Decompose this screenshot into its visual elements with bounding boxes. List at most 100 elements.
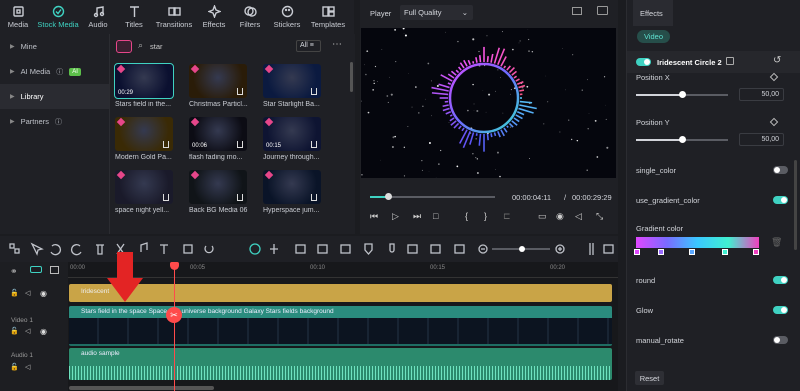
sidebar-item-partners[interactable]: ▶ Partners ⓘ	[0, 109, 109, 134]
link-icon[interactable]: ⚭	[10, 266, 18, 277]
ai-tool-icon[interactable]	[249, 243, 261, 255]
eye-icon[interactable]: ◉	[40, 289, 47, 298]
media-item[interactable]: Modern Gold Pa...	[115, 117, 175, 169]
stop-icon[interactable]: □	[433, 211, 438, 221]
playback-progress[interactable]	[370, 193, 495, 200]
lock-icon[interactable]: 🔓	[10, 327, 19, 335]
mute-icon[interactable]: ◁	[25, 327, 30, 335]
layout-settings-icon[interactable]	[603, 244, 614, 254]
mark-in-icon[interactable]: {	[465, 211, 468, 221]
media-item[interactable]: Back BG Media 06	[189, 170, 249, 222]
grid-view-icon[interactable]	[572, 7, 582, 15]
zoom-slider-knob[interactable]	[519, 246, 525, 252]
download-icon[interactable]	[237, 141, 243, 148]
next-frame-icon[interactable]: ⏭	[413, 211, 421, 222]
media-item[interactable]: space night yell...	[115, 170, 175, 222]
scrollbar[interactable]	[350, 62, 353, 92]
position-x-input[interactable]: 50,00	[739, 88, 784, 101]
grip-icon[interactable]	[589, 243, 594, 255]
previous-frame-icon[interactable]: ⏮	[370, 211, 378, 222]
sidebar-item-ai-media[interactable]: ▶ AI Media ⓘ AI	[0, 59, 109, 84]
download-icon[interactable]	[163, 141, 169, 148]
redo-icon[interactable]	[71, 244, 82, 256]
audio-clip[interactable]: audio sample	[69, 348, 612, 380]
track-manager-icon[interactable]	[50, 266, 59, 274]
keyframe-icon[interactable]	[769, 72, 779, 82]
clip-icon[interactable]	[295, 244, 306, 254]
tab-templates[interactable]: Templates	[306, 0, 350, 34]
export-frame-icon[interactable]	[340, 244, 351, 254]
tab-video[interactable]: Video	[637, 30, 670, 43]
search-input[interactable]: star	[150, 42, 163, 51]
layout-icon[interactable]	[9, 243, 15, 249]
add-track-icon[interactable]	[30, 266, 42, 273]
display-icon[interactable]: ▭	[538, 211, 547, 222]
video-preview[interactable]	[361, 28, 616, 178]
reset-button[interactable]: Reset	[635, 371, 664, 385]
camera-icon[interactable]: ◉	[556, 211, 564, 222]
quality-dropdown[interactable]: Full Quality ⌄	[400, 5, 473, 20]
single-color-toggle[interactable]	[773, 166, 788, 174]
gradient-stop[interactable]	[658, 249, 664, 255]
tab-titles[interactable]: Titles	[116, 0, 152, 34]
media-item[interactable]: Christmas Particl...	[189, 64, 249, 116]
snapshot-icon[interactable]	[317, 244, 328, 254]
media-item[interactable]: Hyperspace jum...	[263, 170, 323, 222]
gradient-stop[interactable]	[722, 249, 728, 255]
delete-icon[interactable]	[96, 244, 104, 255]
download-icon[interactable]	[311, 88, 317, 95]
mute-icon[interactable]: ◁	[25, 363, 30, 371]
gradient-bar[interactable]	[636, 237, 759, 248]
play-icon[interactable]: ▷	[392, 211, 399, 222]
media-item[interactable]: 00:06 flash fading mo...	[189, 117, 249, 169]
download-icon[interactable]	[311, 141, 317, 148]
effect-enable-toggle[interactable]	[636, 58, 651, 66]
tab-filters[interactable]: Filters	[232, 0, 268, 34]
mix-icon[interactable]	[454, 244, 465, 254]
microphone-icon[interactable]	[389, 243, 395, 253]
sidebar-item-mine[interactable]: ▶ Mine	[0, 34, 109, 59]
delete-icon[interactable]: 🗑	[771, 237, 782, 248]
picture-icon[interactable]	[430, 244, 441, 254]
shield-icon[interactable]	[364, 243, 373, 255]
eye-icon[interactable]: ◉	[40, 327, 47, 336]
position-y-input[interactable]: 50,00	[739, 133, 784, 146]
tab-stickers[interactable]: Stickers	[268, 0, 306, 34]
media-item[interactable]: 00:29 Stars field in the...	[114, 63, 175, 116]
reset-effect-icon[interactable]: ↺	[773, 55, 781, 66]
use-gradient-color-toggle[interactable]	[773, 196, 788, 204]
media-item[interactable]: Star Starlight Ba...	[263, 64, 323, 116]
tab-media[interactable]: Media	[0, 0, 36, 34]
video-clip[interactable]: Stars field in the space Space and unive…	[69, 306, 612, 346]
text-icon[interactable]	[160, 244, 168, 254]
download-icon[interactable]	[237, 194, 243, 201]
lock-icon[interactable]: 🔓	[10, 289, 19, 297]
round-toggle[interactable]	[773, 276, 788, 284]
gradient-stop[interactable]	[753, 249, 759, 255]
lock-icon[interactable]: 🔓	[10, 363, 19, 371]
undo-icon[interactable]	[50, 244, 61, 256]
tab-stock-media[interactable]: Stock Media	[36, 0, 80, 34]
manual-rotate-toggle[interactable]	[773, 336, 788, 344]
crop-icon[interactable]	[183, 244, 193, 254]
more-options-icon[interactable]: ⋯	[332, 39, 342, 50]
split-marker[interactable]: ✂	[166, 307, 182, 323]
download-icon[interactable]	[237, 88, 243, 95]
filter-dropdown[interactable]: All ≡	[296, 40, 321, 52]
position-y-slider[interactable]	[636, 136, 728, 143]
select-tool-icon[interactable]	[30, 242, 44, 256]
keyframe-icon[interactable]	[769, 117, 779, 127]
snapshot-image-icon[interactable]	[597, 6, 608, 15]
tab-effects[interactable]: Effects	[196, 0, 232, 34]
tab-audio[interactable]: Audio	[80, 0, 116, 34]
download-icon[interactable]	[163, 194, 169, 201]
media-item[interactable]: 00:15 Journey through...	[263, 117, 323, 169]
audio-icon[interactable]	[140, 242, 148, 252]
tab-transitions[interactable]: Transitions	[152, 0, 196, 34]
tab-effects[interactable]: Effects	[633, 0, 673, 26]
scrollbar[interactable]	[794, 160, 797, 250]
effect-info-icon[interactable]	[726, 57, 734, 65]
fullscreen-icon[interactable]: ⤡	[596, 211, 603, 222]
horizontal-scrollbar[interactable]	[69, 386, 214, 390]
mark-out-icon[interactable]: }	[484, 211, 487, 221]
